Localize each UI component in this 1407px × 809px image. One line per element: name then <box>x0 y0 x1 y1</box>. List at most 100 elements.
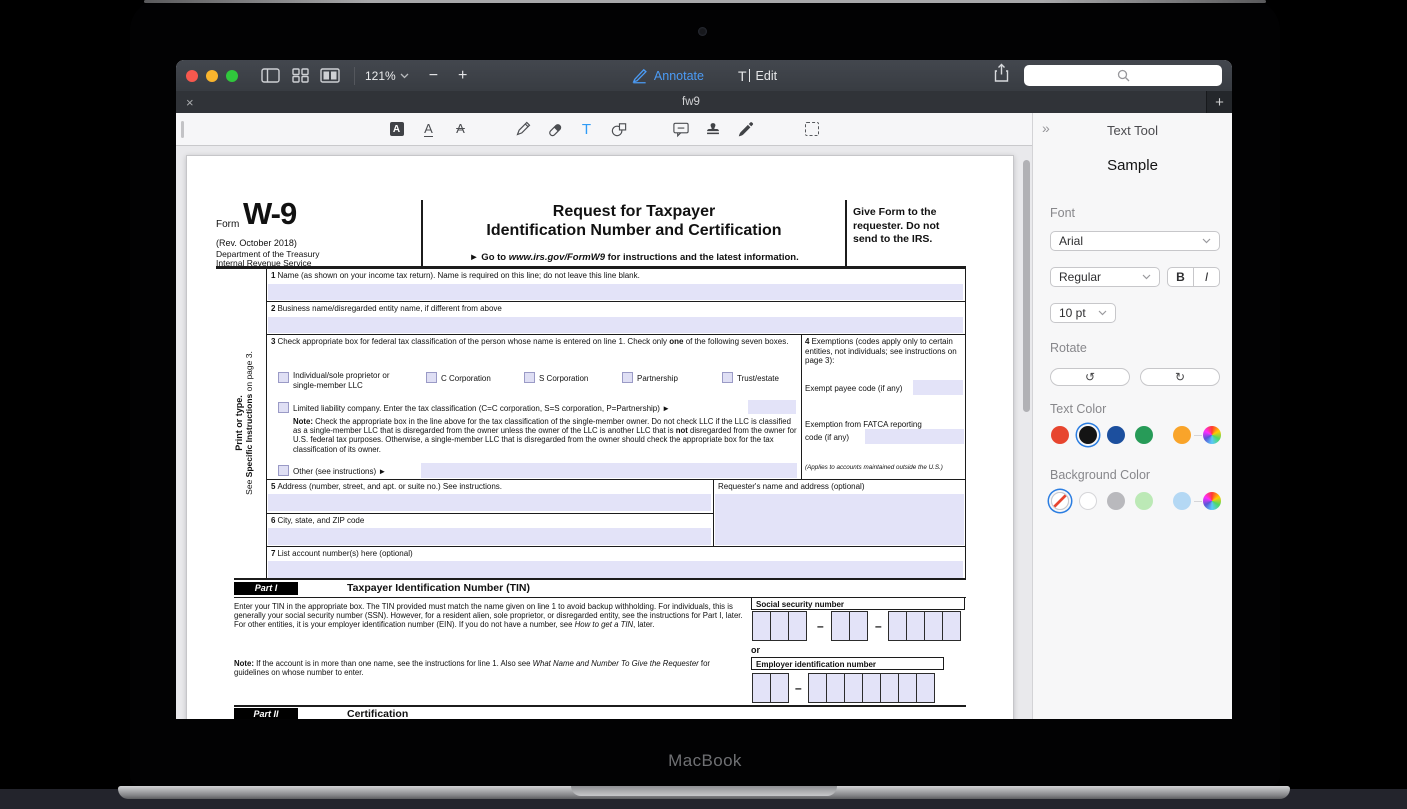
w9-document-page: Form W-9 (Rev. October 2018) Department … <box>186 155 1014 719</box>
checkbox-llc[interactable] <box>278 402 289 413</box>
text-color-black[interactable] <box>1079 426 1097 444</box>
text-color-blue[interactable] <box>1107 426 1125 444</box>
line1-name-field[interactable] <box>268 284 963 300</box>
pencil-tool-icon[interactable] <box>514 118 532 140</box>
bg-color-white[interactable] <box>1079 492 1097 510</box>
text-color-red[interactable] <box>1051 426 1069 444</box>
select-tool-icon[interactable] <box>803 118 821 140</box>
line6-city-field[interactable] <box>268 528 711 545</box>
requester-field[interactable] <box>715 494 964 545</box>
exempt-payee-field[interactable] <box>913 380 963 395</box>
ssn-group-1[interactable] <box>753 611 807 641</box>
text-tool-icon[interactable]: T <box>578 118 596 140</box>
checkbox-c-corporation[interactable] <box>426 372 437 383</box>
bg-color-custom-wheel[interactable] <box>1203 492 1221 510</box>
new-tab-button[interactable]: + <box>1206 91 1232 113</box>
edit-tab[interactable]: T Edit <box>738 68 777 84</box>
note-comment-tool-icon[interactable] <box>672 118 690 140</box>
share-button[interactable] <box>993 63 1010 88</box>
form-title-line2: Identification Number and Certification <box>423 222 845 240</box>
checkbox-s-corporation[interactable] <box>524 372 535 383</box>
edit-label: Edit <box>756 69 778 83</box>
highlight-text-tool-icon[interactable]: A <box>388 118 406 140</box>
line2-business-name-field[interactable] <box>268 317 963 333</box>
other-field[interactable] <box>421 463 797 478</box>
signature-pen-tool-icon[interactable] <box>736 118 754 140</box>
line1-label: 1Name (as shown on your income tax retur… <box>271 271 961 281</box>
rotate-ccw-icon: ↺ <box>1085 370 1095 384</box>
ein-group-1[interactable] <box>753 673 789 703</box>
text-color-section-label: Text Color <box>1050 402 1106 416</box>
line5-address-field[interactable] <box>268 494 711 511</box>
minimize-window-button[interactable] <box>206 70 218 82</box>
stamp-tool-icon[interactable] <box>704 118 722 140</box>
text-color-green[interactable] <box>1135 426 1153 444</box>
two-page-view-button[interactable] <box>318 66 342 86</box>
checkbox-individual[interactable] <box>278 372 289 383</box>
zoom-window-button[interactable] <box>226 70 238 82</box>
rotate-cw-button[interactable]: ↻ <box>1140 368 1220 386</box>
strikethrough-tool-icon[interactable]: A <box>452 118 470 140</box>
fatca-field[interactable] <box>865 429 964 444</box>
part1-paragraph: Enter your TIN in the appropriate box. T… <box>234 602 746 630</box>
text-color-orange[interactable] <box>1173 426 1191 444</box>
form-goto-line: ► Go to www.irs.gov/FormW9 for instructi… <box>423 252 845 263</box>
chevron-down-icon <box>1142 274 1151 280</box>
zoom-out-button[interactable]: − <box>429 68 438 84</box>
line5-label: 5Address (number, street, and apt. or su… <box>271 482 706 492</box>
background-color-section-label: Background Color <box>1050 468 1150 482</box>
vertical-scrollbar[interactable] <box>1023 160 1030 412</box>
llc-label: Limited liability company. Enter the tax… <box>293 404 753 414</box>
part1-tag: Part I <box>234 582 298 595</box>
macbook-lid-notch <box>571 786 837 796</box>
annotate-tab[interactable]: Annotate <box>631 67 704 84</box>
chevron-down-icon <box>1098 310 1107 316</box>
font-size-dropdown[interactable]: 10 pt <box>1050 303 1116 323</box>
zoom-level-dropdown[interactable]: 121% <box>365 69 409 83</box>
font-style-dropdown[interactable]: Regular <box>1050 267 1160 287</box>
chevron-down-icon <box>400 73 409 79</box>
camera-dot <box>698 27 707 36</box>
bg-color-blue[interactable] <box>1173 492 1191 510</box>
thumbnails-view-button[interactable] <box>288 66 312 86</box>
rotate-ccw-button[interactable]: ↺ <box>1050 368 1130 386</box>
sidebar-panel-button[interactable] <box>258 66 282 86</box>
line6-label: 6City, state, and ZIP code <box>271 516 706 526</box>
underline-tool-icon[interactable]: A <box>420 118 438 140</box>
checkbox-partnership[interactable] <box>622 372 633 383</box>
document-tab[interactable]: × fw9 <box>176 91 1206 113</box>
zoom-in-button[interactable]: + <box>458 68 467 84</box>
font-family-dropdown[interactable]: Arial <box>1050 231 1220 251</box>
bg-color-green[interactable] <box>1135 492 1153 510</box>
checkbox-other[interactable] <box>278 465 289 476</box>
close-window-button[interactable] <box>186 70 198 82</box>
shape-tool-icon[interactable] <box>610 118 628 140</box>
line7-account-field[interactable] <box>268 561 963 578</box>
ssn-group-2[interactable] <box>832 611 868 641</box>
form-word: Form <box>216 219 239 230</box>
bg-color-gray[interactable] <box>1107 492 1125 510</box>
fatca-label-2: code (if any) <box>805 433 849 443</box>
italic-button[interactable]: I <box>1194 268 1219 286</box>
annotate-pen-icon <box>631 67 648 84</box>
swatch-divider <box>1194 435 1202 436</box>
ssn-group-3[interactable] <box>889 611 961 641</box>
search-input[interactable] <box>1024 65 1222 86</box>
bold-italic-group: B I <box>1167 267 1220 287</box>
or-label: or <box>751 645 760 655</box>
bold-button[interactable]: B <box>1168 268 1194 286</box>
checkbox-trust-estate[interactable] <box>722 372 733 383</box>
requester-label: Requester's name and address (optional) <box>718 482 962 492</box>
macbook-lid: 121% − + Annotate T Edit <box>130 0 1280 786</box>
document-tab-bar: × fw9 + <box>176 91 1232 113</box>
toolbar-drag-handle[interactable] <box>181 121 184 138</box>
text-color-custom-wheel[interactable] <box>1203 426 1221 444</box>
form-revision: (Rev. October 2018) <box>216 238 297 248</box>
ein-group-2[interactable] <box>809 673 935 703</box>
swatch-divider <box>1194 501 1202 502</box>
bg-color-none[interactable] <box>1051 492 1069 510</box>
close-tab-button[interactable]: × <box>186 95 194 110</box>
eraser-tool-icon[interactable] <box>546 118 564 140</box>
llc-classification-field[interactable] <box>748 400 796 414</box>
chevron-down-icon <box>1202 238 1211 244</box>
